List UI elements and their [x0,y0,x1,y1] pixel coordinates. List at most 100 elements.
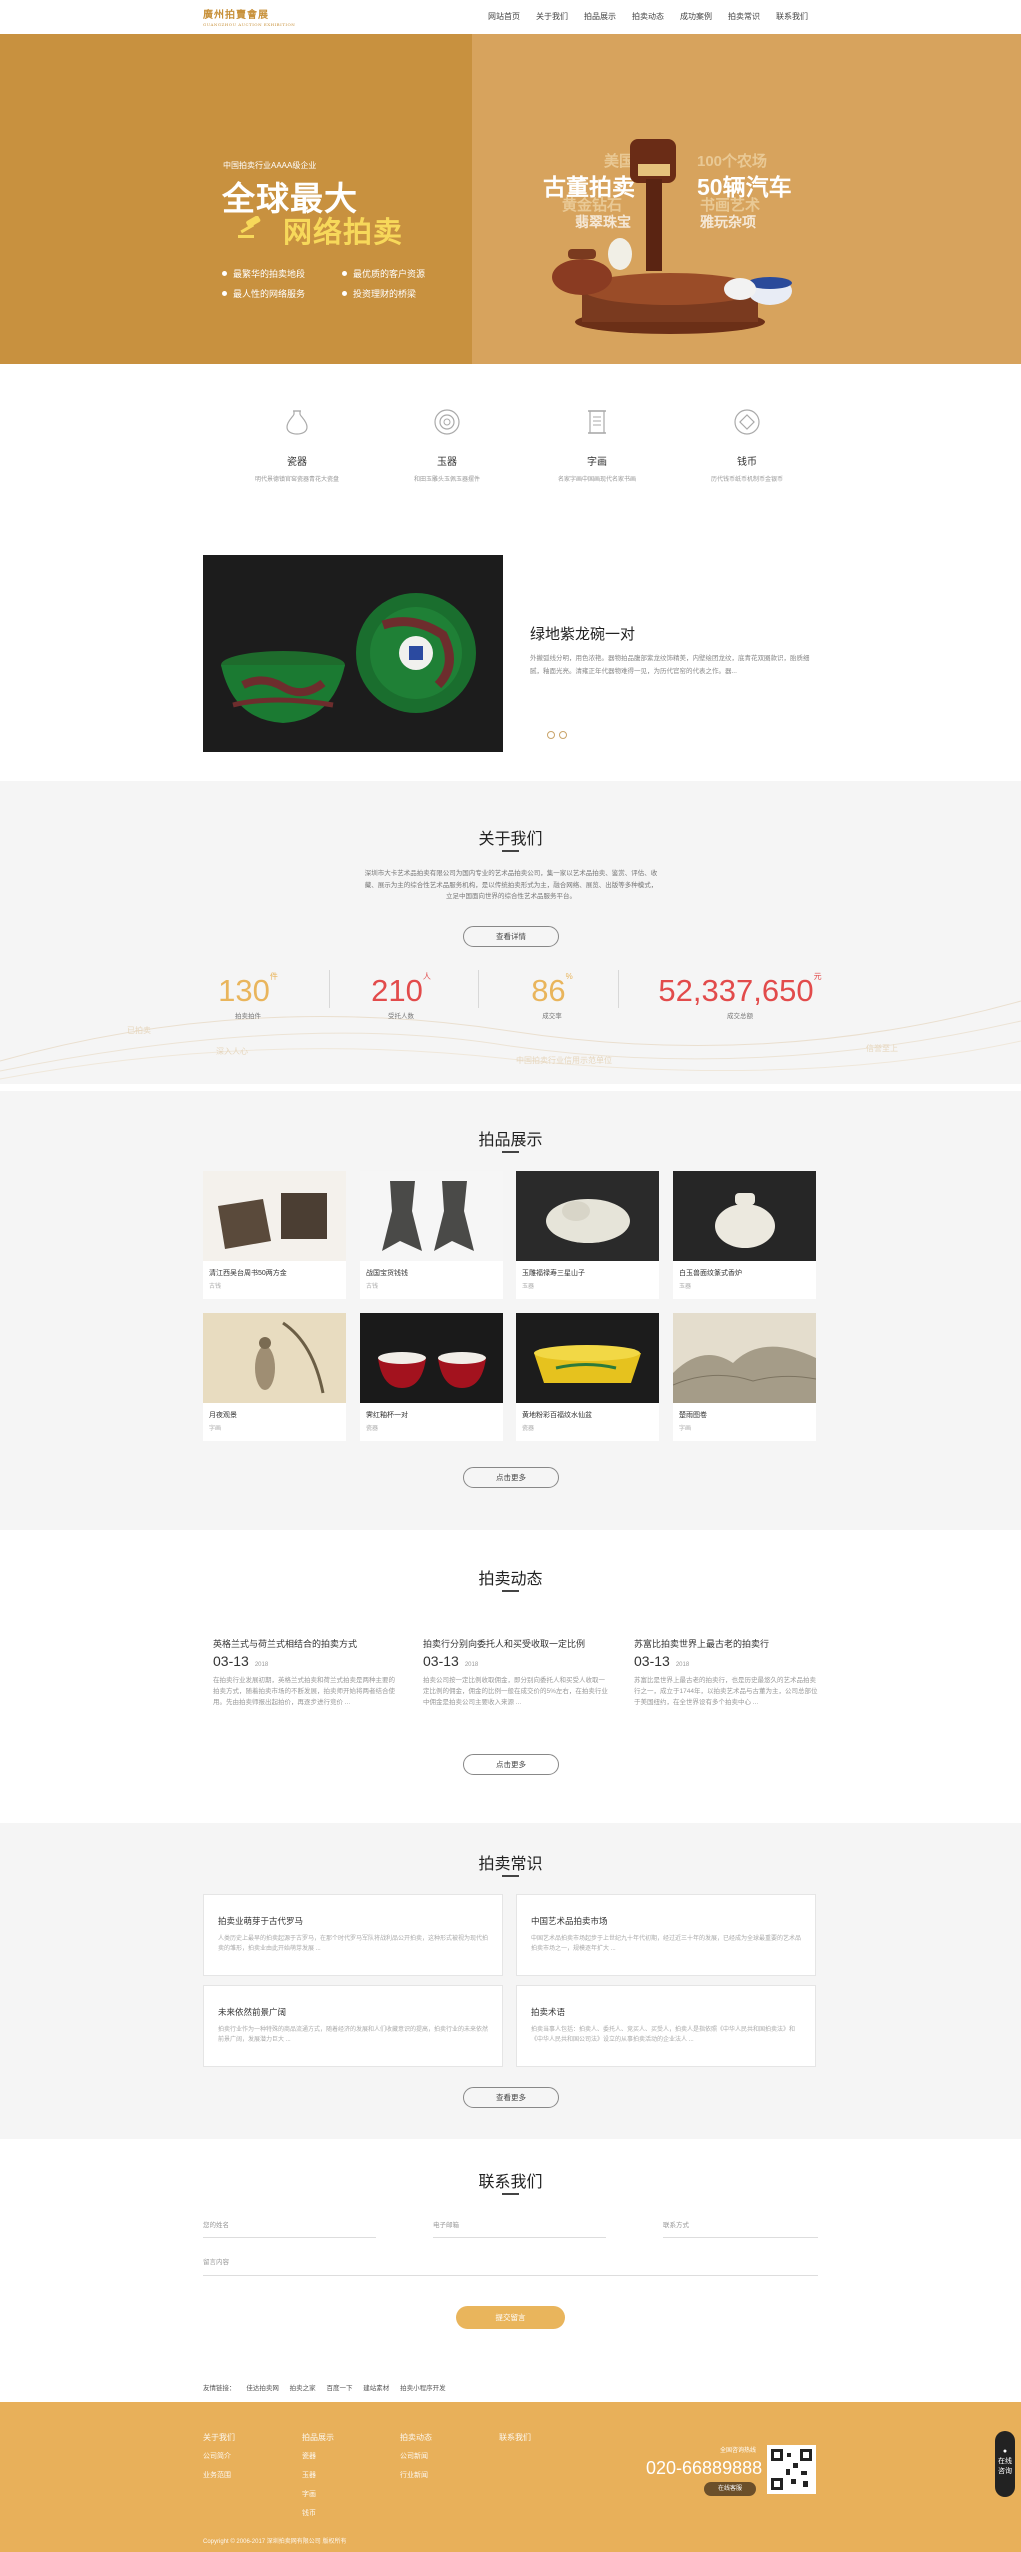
about-text: 深圳市大卡艺术品拍卖有限公司为国内专业的艺术品拍卖公司，集一家以艺术品拍卖、鉴赏… [364,870,658,900]
news-more-button[interactable]: 点击更多 [463,1754,559,1775]
friend-link[interactable]: 拍卖小程序开发 [400,2385,446,2392]
featured-pager [547,726,571,744]
category-desc: 明代景德镇官窑瓷器青花大瓷盘 [254,477,339,483]
footer-col-head[interactable]: 拍卖动态 [400,2432,432,2443]
stat-unit: 人 [422,972,431,981]
news-title: 拍卖动态 [478,1571,543,1588]
category-porcelain[interactable]: 瓷器 明代景德镇官窑瓷器青花大瓷盘 [222,408,372,483]
qr-code [767,2445,816,2494]
product-card[interactable]: 霁红釉杯一对 瓷器 [360,1313,503,1441]
nav-products[interactable]: 拍品展示 [576,11,624,22]
product-card[interactable]: 战国宝货钱钱 古钱 [360,1171,503,1299]
tip-card[interactable]: 拍卖业萌芽于古代罗马 人类历史上最早的拍卖起源于古罗马，在那个时代罗马军队将战利… [203,1894,503,1976]
logo[interactable]: 廣州拍賣會展 GUANGZHOU AUCTION EXHIBITION [203,6,295,27]
tips-section: 拍卖常识 拍卖业萌芽于古代罗马 人类历史上最早的拍卖起源于古罗马，在那个时代罗马… [0,1823,1021,2139]
product-card[interactable]: 白玉兽面纹篆式香炉 玉器 [673,1171,816,1299]
tip-card[interactable]: 未来依然前景广阔 拍卖行业作为一种特殊的商品流通方式，随着经济的发展和人们收藏意… [203,1985,503,2067]
message-field[interactable]: 留言内容 [203,2256,818,2276]
nav-tips[interactable]: 拍卖常识 [720,11,768,22]
tips-title: 拍卖常识 [478,1856,543,1873]
footer-col-contact: 联系我们 [499,2432,531,2451]
nav-news[interactable]: 拍卖动态 [624,11,672,22]
bowl-pair-image [203,555,503,752]
product-card[interactable]: 黄地粉彩百福纹水仙盆 瓷器 [516,1313,659,1441]
stat-total: 52,337,650元 成交总额 [650,960,830,1020]
footer-link[interactable]: 玉器 [302,2470,334,2480]
online-service-button[interactable]: 在线客服 [704,2482,756,2496]
stat-divider [618,970,619,1008]
phone-field[interactable]: 联系方式 [663,2219,818,2238]
vase-icon [286,410,308,435]
products-section: 拍品展示 清江西吴台周书50两方金 古钱 战国宝货钱钱 古钱 玉雕福禄寿三星山子… [0,1091,1021,1530]
stat-label: 拍卖拍件 [235,1013,261,1020]
about-ghost-text: 已拍卖 [127,1026,151,1035]
footer-link[interactable]: 业务范围 [203,2470,235,2480]
product-title: 玉雕福禄寿三星山子 [522,1270,585,1277]
tips-more-button[interactable]: 查看更多 [463,2087,559,2108]
friend-link[interactable]: 百度一下 [326,2385,352,2392]
tip-desc: 中国艺术品拍卖市场起步于上世纪九十年代初期，经过近三十年的发展，已经成为全球最重… [531,1936,802,1952]
tip-desc: 拍卖当事人包括：拍卖人、委托人、竞买人、买受人，拍卖人是指依照《中华人民共和国拍… [531,2027,796,2043]
products-more-button[interactable]: 点击更多 [463,1467,559,1488]
category-painting[interactable]: 字画 名家字画中国画现代名家书画 [522,408,672,483]
news-item-title[interactable]: 苏富比拍卖世界上最古老的拍卖行 [634,1637,769,1650]
featured-title[interactable]: 绿地紫龙碗一对 [530,623,635,644]
email-field[interactable]: 电子邮箱 [433,2219,606,2238]
about-title: 关于我们 [478,831,543,848]
footer-link[interactable]: 公司新闻 [400,2451,432,2461]
news-item-title[interactable]: 拍卖行分别向委托人和买受收取一定比例 [423,1637,585,1650]
footer-col-head[interactable]: 关于我们 [203,2432,235,2443]
product-title: 战国宝货钱钱 [366,1270,408,1277]
category-coins[interactable]: 钱币 历代钱币纸币机制币金银币 [672,408,822,483]
stat-unit: 件 [269,972,278,981]
featured-image[interactable] [203,555,503,752]
category-title: 瓷器 [287,457,307,468]
product-title: 清江西吴台周书50两方金 [209,1270,287,1277]
nav-contact[interactable]: 联系我们 [768,11,816,22]
product-card[interactable]: 楚雨图卷 字画 [673,1313,816,1441]
nav-cases[interactable]: 成功案例 [672,11,720,22]
product-title: 霁红釉杯一对 [366,1412,408,1419]
online-consult-float[interactable]: ● 在线咨询 [995,2431,1015,2497]
banner-bullet: 投资理财的桥梁 [342,287,416,300]
stat-label: 成交率 [542,1013,562,1020]
product-card[interactable]: 月夜观景 字画 [203,1313,346,1441]
footer-link[interactable]: 钱币 [302,2508,334,2518]
footer-link[interactable]: 行业新闻 [400,2470,432,2480]
news-item-title[interactable]: 英格兰式与荷兰式相结合的拍卖方式 [213,1637,357,1650]
footer-col-head[interactable]: 拍品展示 [302,2432,334,2443]
submit-button[interactable]: 提交留言 [456,2306,565,2329]
nav-about[interactable]: 关于我们 [528,11,576,22]
tip-card[interactable]: 中国艺术品拍卖市场 中国艺术品拍卖市场起步于上世纪九十年代初期，经过近三十年的发… [516,1894,816,1976]
tip-desc: 人类历史上最早的拍卖起源于古罗马，在那个时代罗马军队将战利品公开拍卖，这种形式被… [218,1936,489,1952]
product-image [673,1313,816,1403]
banner-headline-2: 网络拍卖 [283,217,404,249]
featured-dot[interactable] [559,731,567,739]
footer-link[interactable]: 字画 [302,2489,334,2499]
friend-link[interactable]: 建站素材 [363,2385,389,2392]
category-jade[interactable]: 玉器 和田玉雕头玉佩玉器摆件 [372,408,522,483]
gavel-illustration [552,139,792,334]
tip-card[interactable]: 拍卖术语 拍卖当事人包括：拍卖人、委托人、竞买人、买受人，拍卖人是指依照《中华人… [516,1985,816,2067]
category-desc: 历代钱币纸币机制币金银币 [710,477,783,483]
phone-label: 全国咨询热线 [720,2448,757,2454]
nav-home[interactable]: 网站首页 [480,11,528,22]
stat-rate: 86% 成交率 [512,960,592,1020]
footer-col-products: 拍品展示 瓷器 玉器 字画 钱币 [302,2432,334,2527]
product-card[interactable]: 清江西吴台周书50两方金 古钱 [203,1171,346,1299]
about-bg-decoration [0,1000,1021,1080]
name-field[interactable]: 您的姓名 [203,2219,376,2238]
friend-link[interactable]: 拍卖之家 [290,2385,316,2392]
featured-desc: 外撇弧线分明，用色浓艳。器物拍品腹部紫龙纹饰精美，内壁绘团龙纹，底青花双圈款识，… [530,655,810,675]
footer-link[interactable]: 瓷器 [302,2451,334,2461]
banner-bullet: 最人性的网络服务 [222,287,305,300]
footer-col-head[interactable]: 联系我们 [499,2432,531,2443]
friend-link[interactable]: 佳达拍卖网 [246,2385,279,2392]
news-item-date: 03-13 2018 [213,1653,269,1669]
news-item-date: 03-13 2018 [634,1653,690,1669]
tip-title: 拍卖业萌芽于古代罗马 [218,1916,304,1926]
about-more-button[interactable]: 查看详情 [463,926,559,947]
footer-link[interactable]: 公司简介 [203,2451,235,2461]
product-card[interactable]: 玉雕福禄寿三星山子 玉器 [516,1171,659,1299]
featured-dot[interactable] [547,731,555,739]
